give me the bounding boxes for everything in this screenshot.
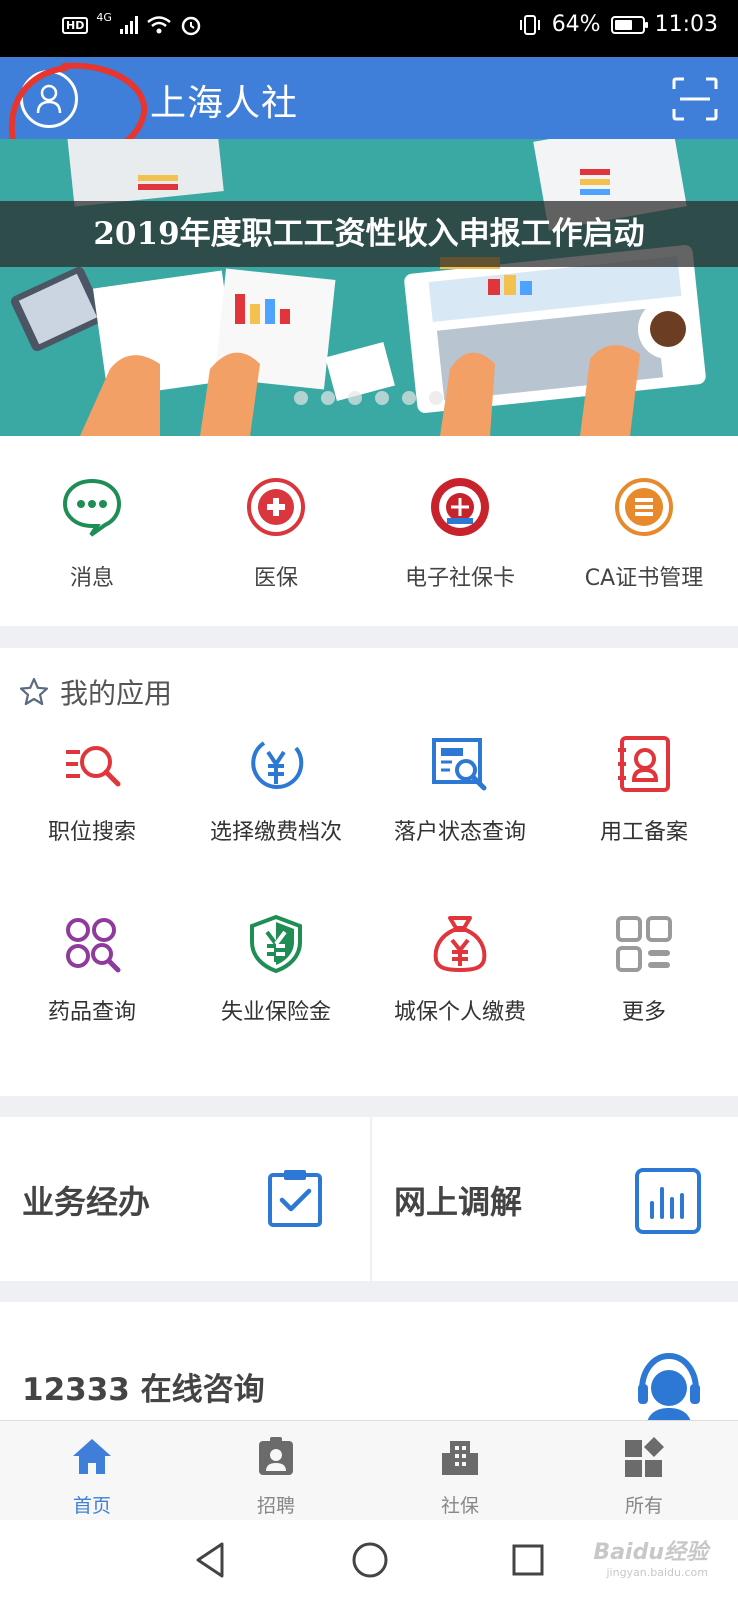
quick-action-label: CA证书管理 (584, 566, 704, 591)
app-label: 选择缴费档次 (209, 820, 342, 845)
list-icon (615, 478, 673, 536)
app-label: 药品查询 (47, 1000, 136, 1025)
clipboard-check-icon (268, 1170, 322, 1227)
quick-action-medical[interactable]: 医保 (184, 476, 368, 592)
my-apps-section: 我的应用 职位搜索 选择缴费档次 落户状态查询 用工备案 药品查询 失业保险金 … (0, 648, 738, 1096)
app-employment-record[interactable]: 用工备案 (552, 734, 736, 846)
tab-label: 所有 (624, 1495, 663, 1517)
app-settlement-query[interactable]: 落户状态查询 (368, 734, 552, 846)
quick-action-label: 电子社保卡 (404, 566, 515, 591)
online-consult[interactable]: 12333 在线咨询 (0, 1302, 738, 1422)
medicine-search-icon (66, 918, 121, 973)
card-title: 业务经办 (22, 1183, 151, 1221)
bottom-tab-bar: 首页 招聘 社保 所有 (0, 1420, 738, 1520)
carousel-dot[interactable] (348, 391, 362, 405)
clock: 11:03 (654, 12, 718, 37)
app-job-search[interactable]: 职位搜索 (0, 734, 184, 846)
battery-percent: 64% (551, 12, 601, 37)
signal-icon (119, 16, 138, 34)
app-label: 更多 (621, 1000, 666, 1025)
carousel-dot[interactable] (321, 391, 335, 405)
tab-recruit[interactable]: 招聘 (184, 1435, 368, 1518)
quick-action-social-card[interactable]: 电子社保卡 (368, 476, 552, 592)
app-label: 用工备案 (599, 820, 688, 845)
app-label: 落户状态查询 (393, 820, 526, 845)
card-online-mediation[interactable]: 网上调解 (370, 1117, 738, 1281)
carousel-dot[interactable] (429, 391, 443, 405)
quick-action-label: 消息 (69, 566, 114, 591)
battery-icon (610, 15, 648, 34)
app-label: 失业保险金 (220, 1000, 331, 1025)
recent-apps-icon[interactable] (510, 1540, 546, 1580)
watermark: Baidu经验 jingyan.baidu.com (593, 1534, 708, 1579)
quick-action-ca-cert[interactable]: CA证书管理 (552, 476, 736, 592)
all-apps-icon (625, 1437, 664, 1477)
watermark-text: Baidu经验 (593, 1540, 708, 1565)
wifi-icon (147, 16, 171, 34)
building-icon (442, 1441, 478, 1475)
yuan-icon (251, 741, 304, 789)
id-badge-icon (259, 1437, 293, 1475)
app-unemployment[interactable]: 失业保险金 (184, 914, 368, 1026)
home-button-icon[interactable] (350, 1540, 390, 1580)
social-security-card-icon (431, 478, 489, 536)
tab-label: 社保 (440, 1495, 479, 1517)
card-title: 网上调解 (394, 1183, 523, 1221)
network-type: 4G (96, 10, 112, 24)
tab-home[interactable]: 首页 (0, 1435, 184, 1518)
watermark-sub: jingyan.baidu.com (606, 1566, 708, 1579)
card-business-handling[interactable]: 业务经办 (0, 1117, 368, 1281)
carousel-dot[interactable] (375, 391, 389, 405)
star-icon (19, 677, 49, 706)
consult-title: 12333 在线咨询 (22, 1372, 265, 1408)
carousel-indicator (294, 391, 443, 405)
medical-cross-icon (247, 478, 305, 536)
back-icon[interactable] (192, 1540, 228, 1580)
employee-record-icon (618, 736, 670, 792)
section-title: 我的应用 (60, 677, 173, 710)
banner-carousel[interactable]: 2019年度职工工资性收入申报工作启动 (0, 139, 738, 436)
bar-chart-icon (635, 1168, 701, 1234)
banner-caption: 2019年度职工工资性收入申报工作启动 (0, 201, 738, 267)
shield-yuan-icon (250, 914, 302, 974)
quick-actions: 消息 医保 电子社保卡 CA证书管理 (0, 436, 738, 626)
app-payment-level[interactable]: 选择缴费档次 (184, 734, 368, 846)
vibrate-icon (519, 14, 540, 35)
app-label: 职位搜索 (47, 820, 136, 845)
status-bar: HD 4G 64% 11:03 (0, 0, 738, 57)
app-personal-payment[interactable]: 城保个人缴费 (368, 914, 552, 1026)
page-title: 上海人社 (150, 83, 299, 124)
app-medicine-query[interactable]: 药品查询 (0, 914, 184, 1026)
tab-all[interactable]: 所有 (552, 1435, 736, 1518)
tab-social-security[interactable]: 社保 (368, 1435, 552, 1518)
tab-label: 首页 (72, 1495, 111, 1517)
tab-label: 招聘 (256, 1495, 295, 1517)
hd-indicator: HD (62, 16, 89, 34)
quick-action-messages[interactable]: 消息 (0, 476, 184, 592)
customer-service-icon (638, 1352, 700, 1422)
carousel-dot[interactable] (402, 391, 416, 405)
business-cards: 业务经办 网上调解 (0, 1117, 738, 1281)
home-icon (73, 1439, 111, 1474)
app-more[interactable]: 更多 (552, 914, 736, 1026)
more-grid-icon (616, 916, 672, 972)
quick-action-label: 医保 (253, 566, 298, 591)
alarm-icon (181, 16, 201, 36)
scan-icon[interactable] (672, 77, 718, 121)
carousel-dot[interactable] (294, 391, 308, 405)
money-bag-icon (433, 916, 487, 973)
app-label: 城保个人缴费 (393, 1000, 526, 1025)
document-search-icon (432, 738, 487, 791)
chat-icon (62, 478, 122, 537)
job-search-icon (66, 746, 121, 787)
